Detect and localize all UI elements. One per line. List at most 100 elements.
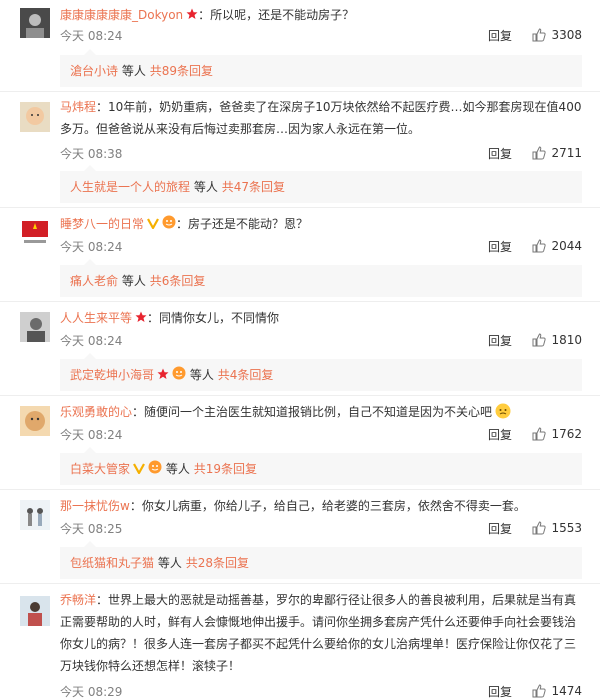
thumbs-up-icon xyxy=(532,28,547,42)
username-link[interactable]: 那一抹忧伤w xyxy=(60,499,130,513)
reply-button[interactable]: 回复 xyxy=(488,683,512,700)
sub-reply-user-link[interactable]: 人生就是一个人的旅程 xyxy=(70,180,190,194)
timestamp: 今天 08:24 xyxy=(60,240,123,254)
thumbs-up-icon xyxy=(532,146,547,160)
comment-item: 康康康康康康_Dokyon ：所以呢，还是不能动房子？ 今天 08:24 回复 3… xyxy=(0,0,600,92)
comment-content: 人人生来平等 ：同情你女儿，不同情你 xyxy=(60,307,582,329)
like-button[interactable]: 1474 xyxy=(532,681,582,700)
sub-replies: 滄台小诗 等人 共89条回复 xyxy=(60,49,582,87)
like-count: 1474 xyxy=(551,684,582,698)
comment-meta: 今天 08:24 回复 1810 xyxy=(60,330,582,350)
member-badge-icon xyxy=(162,214,176,229)
timestamp: 今天 08:25 xyxy=(60,522,123,536)
like-count: 2044 xyxy=(551,239,582,253)
username-link[interactable]: 乐观勇敢的心 xyxy=(60,405,132,419)
thumbs-up-icon xyxy=(532,427,547,441)
reply-button[interactable]: 回复 xyxy=(488,332,512,349)
comment-text: ：所以呢，还是不能动房子？ xyxy=(198,8,355,22)
timestamp: 今天 08:24 xyxy=(60,428,123,442)
comment-text: ：10年前，奶奶重病，爸爸卖了在深房子10万块依然给不起医疗费…如今那套房现在值… xyxy=(60,100,582,136)
sub-replies: 包纸猫和丸子猫 等人 共28条回复 xyxy=(60,541,582,579)
view-replies-link[interactable]: 共28条回复 xyxy=(186,556,249,570)
comment-content: 乐观勇敢的心：随便问一个主治医生就知道报销比例，自己不知道是因为不关心吧 xyxy=(60,401,582,423)
like-button[interactable]: 2044 xyxy=(532,236,582,256)
username-link[interactable]: 马炜程 xyxy=(60,100,96,114)
like-count: 1810 xyxy=(551,333,582,347)
username-link[interactable]: 乔畅洋 xyxy=(60,593,96,607)
reply-button[interactable]: 回复 xyxy=(488,520,512,537)
member-badge-icon xyxy=(172,360,186,380)
crown-badge-icon xyxy=(186,5,198,19)
comment-text: ：随便问一个主治医生就知道报销比例，自己不知道是因为不关心吧 xyxy=(132,405,493,419)
username-link[interactable]: 人人生来平等 xyxy=(60,311,132,325)
comment-content: 康康康康康康_Dokyon ：所以呢，还是不能动房子？ xyxy=(60,4,582,26)
sub-reply-user-link[interactable]: 痛人老俞 xyxy=(70,274,118,288)
crown-badge-icon xyxy=(157,360,169,379)
reply-button[interactable]: 回复 xyxy=(488,238,512,255)
avatar[interactable] xyxy=(20,218,50,248)
like-count: 1553 xyxy=(551,521,582,535)
avatar[interactable] xyxy=(20,500,50,530)
like-count: 1762 xyxy=(551,427,582,441)
view-replies-link[interactable]: 共47条回复 xyxy=(222,180,285,194)
comment-item: 乐观勇敢的心：随便问一个主治医生就知道报销比例，自己不知道是因为不关心吧 今天 … xyxy=(0,396,600,490)
thumbs-up-icon xyxy=(532,333,547,347)
vip-v-badge-icon xyxy=(133,454,145,475)
comment-item: 那一抹忧伤w：你女儿病重，你给儿子，给自己，给老婆的三套房，依然舍不得卖一套。 … xyxy=(0,490,600,584)
like-button[interactable]: 1810 xyxy=(532,330,582,350)
sub-reply-user-link[interactable]: 包纸猫和丸子猫 xyxy=(70,556,154,570)
like-button[interactable]: 1553 xyxy=(532,518,582,538)
comment-meta: 今天 08:29 回复 1474 xyxy=(60,681,582,700)
comment-item: 乔畅洋：世界上最大的恶就是动摇善基，罗尔的卑鄙行径让很多人的善良被利用，后果就是… xyxy=(0,584,600,700)
sub-replies: 武定乾坤小海哥 等人 共4条回复 xyxy=(60,353,582,391)
comment-meta: 今天 08:38 回复 2711 xyxy=(60,143,582,163)
like-button[interactable]: 1762 xyxy=(532,424,582,444)
sub-replies: 痛人老俞 等人 共6条回复 xyxy=(60,259,582,297)
sub-replies: 白菜大管家 等人 共19条回复 xyxy=(60,447,582,485)
comment-text: ：同情你女儿，不同情你 xyxy=(147,311,280,325)
comment-content: 马炜程：10年前，奶奶重病，爸爸卖了在深房子10万块依然给不起医疗费…如今那套房… xyxy=(60,96,582,140)
comment-item: 睡梦八一的日常 ：房子还是不能动？恩？ 今天 08:24 回复 2044 痛人老俞… xyxy=(0,208,600,302)
like-button[interactable]: 3308 xyxy=(532,25,582,45)
comment-item: 马炜程：10年前，奶奶重病，爸爸卖了在深房子10万块依然给不起医疗费…如今那套房… xyxy=(0,92,600,208)
vip-v-badge-icon xyxy=(147,214,159,230)
comment-text: ：房子还是不能动？恩？ xyxy=(176,217,309,231)
thumbs-up-icon xyxy=(532,521,547,535)
comment-content: 乔畅洋：世界上最大的恶就是动摇善基，罗尔的卑鄙行径让很多人的善良被利用，后果就是… xyxy=(60,589,582,677)
comment-meta: 今天 08:24 回复 3308 xyxy=(60,25,582,45)
sub-reply-user-link[interactable]: 滄台小诗 xyxy=(70,64,118,78)
sub-reply-user-link[interactable]: 武定乾坤小海哥 xyxy=(70,368,154,382)
view-replies-link[interactable]: 共89条回复 xyxy=(150,64,213,78)
comment-content: 睡梦八一的日常 ：房子还是不能动？恩？ xyxy=(60,213,582,235)
like-button[interactable]: 2711 xyxy=(532,143,582,163)
comment-item: 人人生来平等 ：同情你女儿，不同情你 今天 08:24 回复 1810 武定乾坤小… xyxy=(0,302,600,396)
thumbs-up-icon xyxy=(532,239,547,253)
username-link[interactable]: 睡梦八一的日常 xyxy=(60,217,144,231)
avatar[interactable] xyxy=(20,312,50,342)
emoji-icon xyxy=(495,403,511,419)
username-link[interactable]: 康康康康康康_Dokyon xyxy=(60,8,183,22)
comment-meta: 今天 08:25 回复 1553 xyxy=(60,518,582,538)
like-count: 3308 xyxy=(551,28,582,42)
view-replies-link[interactable]: 共19条回复 xyxy=(194,462,257,476)
comment-text: ：你女儿病重，你给儿子，给自己，给老婆的三套房，依然舍不得卖一套。 xyxy=(129,499,526,513)
avatar[interactable] xyxy=(20,596,50,626)
avatar[interactable] xyxy=(20,8,50,38)
crown-badge-icon xyxy=(135,308,147,322)
reply-button[interactable]: 回复 xyxy=(488,426,512,443)
comment-content: 那一抹忧伤w：你女儿病重，你给儿子，给自己，给老婆的三套房，依然舍不得卖一套。 xyxy=(60,495,582,517)
reply-button[interactable]: 回复 xyxy=(488,145,512,162)
comment-meta: 今天 08:24 回复 1762 xyxy=(60,424,582,444)
sub-replies: 人生就是一个人的旅程 等人 共47条回复 xyxy=(60,165,582,203)
avatar[interactable] xyxy=(20,102,50,132)
timestamp: 今天 08:38 xyxy=(60,147,123,161)
timestamp: 今天 08:29 xyxy=(60,685,123,699)
timestamp: 今天 08:24 xyxy=(60,334,123,348)
sub-reply-user-link[interactable]: 白菜大管家 xyxy=(70,462,130,476)
comment-meta: 今天 08:24 回复 2044 xyxy=(60,236,582,256)
reply-button[interactable]: 回复 xyxy=(488,27,512,44)
timestamp: 今天 08:24 xyxy=(60,29,123,43)
view-replies-link[interactable]: 共6条回复 xyxy=(150,274,206,288)
avatar[interactable] xyxy=(20,406,50,436)
view-replies-link[interactable]: 共4条回复 xyxy=(218,368,274,382)
